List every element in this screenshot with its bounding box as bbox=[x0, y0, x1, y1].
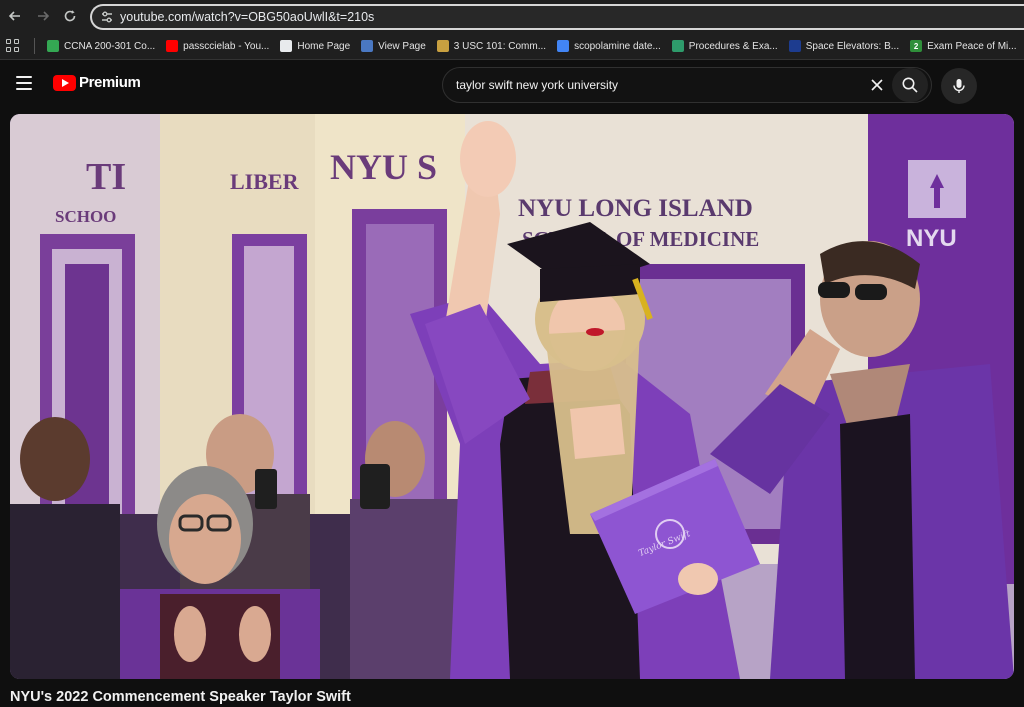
forward-button[interactable] bbox=[33, 6, 53, 26]
bookmark-item[interactable]: 2 Exam Peace of Mi... bbox=[906, 35, 1022, 57]
bookmark-item[interactable]: 3 USC 101: Comm... bbox=[433, 35, 552, 57]
bookmark-label: CCNA 200-301 Co... bbox=[64, 40, 156, 52]
bookmark-item[interactable]: CCNA 200-301 Co... bbox=[43, 35, 161, 57]
bookmark-label: View Page bbox=[378, 40, 426, 52]
banner-liber-text: LIBER bbox=[230, 169, 300, 194]
bookmark-item[interactable]: Space Elevators: B... bbox=[785, 35, 905, 57]
logo-text: Premium bbox=[79, 74, 141, 91]
youtube-play-icon bbox=[53, 74, 76, 91]
reload-icon bbox=[64, 10, 76, 22]
arrow-right-icon bbox=[38, 11, 50, 21]
bookmark-label: Space Elevators: B... bbox=[805, 40, 900, 52]
search-icon bbox=[902, 77, 918, 93]
apps-grid-icon[interactable] bbox=[6, 39, 20, 53]
google-drive-icon bbox=[47, 40, 59, 52]
search-query: taylor swift new york university bbox=[456, 78, 619, 92]
banner-left-subtext: SCHOO bbox=[55, 207, 116, 226]
search-input[interactable]: taylor swift new york university bbox=[442, 67, 932, 103]
video-title: NYU's 2022 Commencement Speaker Taylor S… bbox=[10, 689, 351, 705]
bookmark-item[interactable]: passccielab - You... bbox=[162, 35, 275, 57]
video-frame: TI SCHOO LIBER NYU S NYU LONG ISLAND SCH… bbox=[10, 114, 1014, 679]
nasa-icon bbox=[788, 40, 801, 52]
youtube-premium-logo[interactable]: Premium bbox=[53, 74, 141, 91]
reload-button[interactable] bbox=[60, 6, 80, 26]
flower-icon bbox=[671, 40, 684, 52]
video-player[interactable]: TI SCHOO LIBER NYU S NYU LONG ISLAND SCH… bbox=[10, 114, 1014, 679]
bookmarks-bar: CCNA 200-301 Co... passccielab - You... Ho… bbox=[0, 33, 1024, 60]
bookmark-label: 3 USC 101: Comm... bbox=[453, 40, 547, 52]
page-icon bbox=[280, 40, 293, 52]
banner-nyu-text: NYU S bbox=[330, 147, 437, 187]
bookmark-label: Procedures & Exa... bbox=[688, 40, 778, 52]
bookmark-label: passccielab - You... bbox=[183, 40, 270, 52]
number-2-icon: 2 bbox=[910, 40, 923, 52]
youtube-icon bbox=[166, 40, 179, 52]
search-button[interactable] bbox=[892, 68, 928, 102]
arrow-left-icon bbox=[8, 11, 20, 21]
bookmarks-divider bbox=[34, 38, 35, 54]
hamburger-menu-icon[interactable] bbox=[16, 76, 32, 90]
browser-toolbar: youtube.com/watch?v=OBG50aoUwlI&t=210s bbox=[0, 0, 1024, 33]
bookmark-item[interactable]: Procedures & Exa... bbox=[668, 35, 784, 57]
youtube-masthead: Premium taylor swift new york university bbox=[0, 60, 1024, 110]
voice-search-button[interactable] bbox=[941, 68, 977, 104]
bookmark-item[interactable]: Home Page bbox=[276, 35, 356, 57]
microphone-icon bbox=[953, 79, 965, 93]
banner-main-line-1: NYU LONG ISLAND bbox=[518, 195, 753, 222]
nyu-logo-text: NYU bbox=[906, 225, 957, 252]
globe-icon bbox=[361, 40, 374, 52]
bookmark-item[interactable]: View Page bbox=[357, 35, 432, 57]
bookmark-list: CCNA 200-301 Co... passccielab - You... Ho… bbox=[43, 35, 1024, 57]
back-button[interactable] bbox=[5, 6, 25, 26]
seal-icon bbox=[436, 40, 449, 52]
bookmark-label: Exam Peace of Mi... bbox=[927, 40, 1017, 52]
url-text: youtube.com/watch?v=OBG50aoUwlI&t=210s bbox=[120, 10, 375, 24]
close-icon[interactable] bbox=[868, 76, 886, 94]
banner-left-text: TI bbox=[86, 156, 126, 198]
tune-icon[interactable] bbox=[100, 10, 114, 24]
bookmark-label: Home Page bbox=[297, 40, 351, 52]
bookmark-item[interactable]: scopolamine date... bbox=[553, 35, 667, 57]
bookmark-label: scopolamine date... bbox=[574, 40, 661, 52]
google-icon bbox=[557, 40, 570, 52]
address-bar[interactable]: youtube.com/watch?v=OBG50aoUwlI&t=210s bbox=[90, 4, 1024, 30]
